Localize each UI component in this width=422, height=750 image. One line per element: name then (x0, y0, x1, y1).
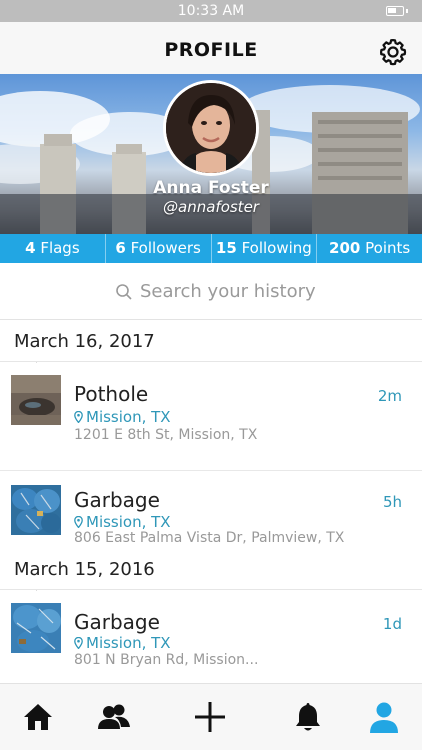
stat-flags-count: 4 (25, 239, 36, 257)
search-icon (116, 284, 132, 300)
location-pin-icon (74, 637, 83, 649)
item-thumbnail (11, 603, 61, 653)
stat-followers[interactable]: 6 Followers (106, 234, 212, 263)
tab-people[interactable] (97, 700, 131, 734)
status-bar: 10:33 AM (0, 0, 422, 22)
profile-icon (370, 702, 398, 733)
item-address: 806 East Palma Vista Dr, Palmview, TX (74, 530, 345, 546)
profile-cover: Anna Foster @annafoster (0, 74, 422, 234)
date-header-label: March 15, 2016 (14, 559, 155, 580)
user-name: Anna Foster (153, 178, 269, 198)
item-address: 801 N Bryan Rd, Mission... (74, 652, 259, 668)
item-address: 1201 E 8th St, Mission, TX (74, 427, 258, 443)
date-header: March 15, 2016 (0, 548, 422, 590)
history-item[interactable]: Garbage Mission, TX 806 East Palma Vista… (0, 471, 422, 555)
garbage-image (11, 485, 61, 535)
tab-profile[interactable] (367, 700, 401, 734)
date-header: March 16, 2017 (0, 320, 422, 362)
stat-points[interactable]: 200 Points (317, 234, 422, 263)
stat-points-label: Points (365, 239, 411, 257)
avatar-image (166, 83, 256, 173)
tab-bar (0, 683, 422, 750)
add-icon (195, 702, 225, 732)
avatar[interactable] (163, 80, 259, 176)
history-item[interactable]: Garbage Mission, TX 801 N Bryan Rd, Miss… (0, 591, 422, 683)
bell-icon (296, 703, 320, 731)
stat-following[interactable]: 15 Following (212, 234, 318, 263)
item-location-label: Mission, TX (86, 408, 171, 426)
item-time: 5h (382, 493, 402, 511)
item-thumbnail (11, 375, 61, 425)
tab-home[interactable] (21, 700, 55, 734)
stat-flags[interactable]: 4 Flags (0, 234, 106, 263)
item-title: Garbage (74, 488, 160, 512)
stat-points-count: 200 (329, 239, 361, 257)
gear-icon (380, 39, 407, 66)
item-thumbnail (11, 485, 61, 535)
stats-bar: 4 Flags 6 Followers 15 Following 200 Poi… (0, 234, 422, 263)
search-bar (0, 263, 422, 320)
item-location-label: Mission, TX (86, 513, 171, 531)
stat-followers-label: Followers (130, 239, 201, 257)
item-location: Mission, TX (74, 513, 171, 531)
page-title: PROFILE (164, 39, 258, 61)
history-item[interactable]: Pothole Mission, TX 1201 E 8th St, Missi… (0, 363, 422, 470)
stat-flags-label: Flags (40, 239, 80, 257)
user-handle: @annafoster (163, 198, 259, 216)
item-location: Mission, TX (74, 634, 171, 652)
home-icon (24, 704, 52, 730)
stat-following-label: Following (241, 239, 312, 257)
item-location-label: Mission, TX (86, 634, 171, 652)
item-title: Garbage (74, 610, 160, 634)
settings-button[interactable] (378, 37, 408, 67)
item-location: Mission, TX (74, 408, 171, 426)
item-title: Pothole (74, 382, 149, 406)
pothole-image (11, 375, 61, 425)
battery-icon (386, 6, 404, 16)
status-time: 10:33 AM (177, 3, 245, 19)
stat-following-count: 15 (215, 239, 237, 257)
item-time: 1d (382, 615, 402, 633)
tab-notifications[interactable] (291, 700, 325, 734)
item-time: 2m (377, 387, 402, 405)
date-header-label: March 16, 2017 (14, 331, 155, 352)
location-pin-icon (74, 411, 83, 423)
people-icon (98, 704, 130, 729)
location-pin-icon (74, 516, 83, 528)
tab-add[interactable] (193, 700, 227, 734)
nav-bar: PROFILE (0, 22, 422, 74)
stat-followers-count: 6 (115, 239, 126, 257)
garbage-image (11, 603, 61, 653)
search-input[interactable] (140, 278, 380, 304)
